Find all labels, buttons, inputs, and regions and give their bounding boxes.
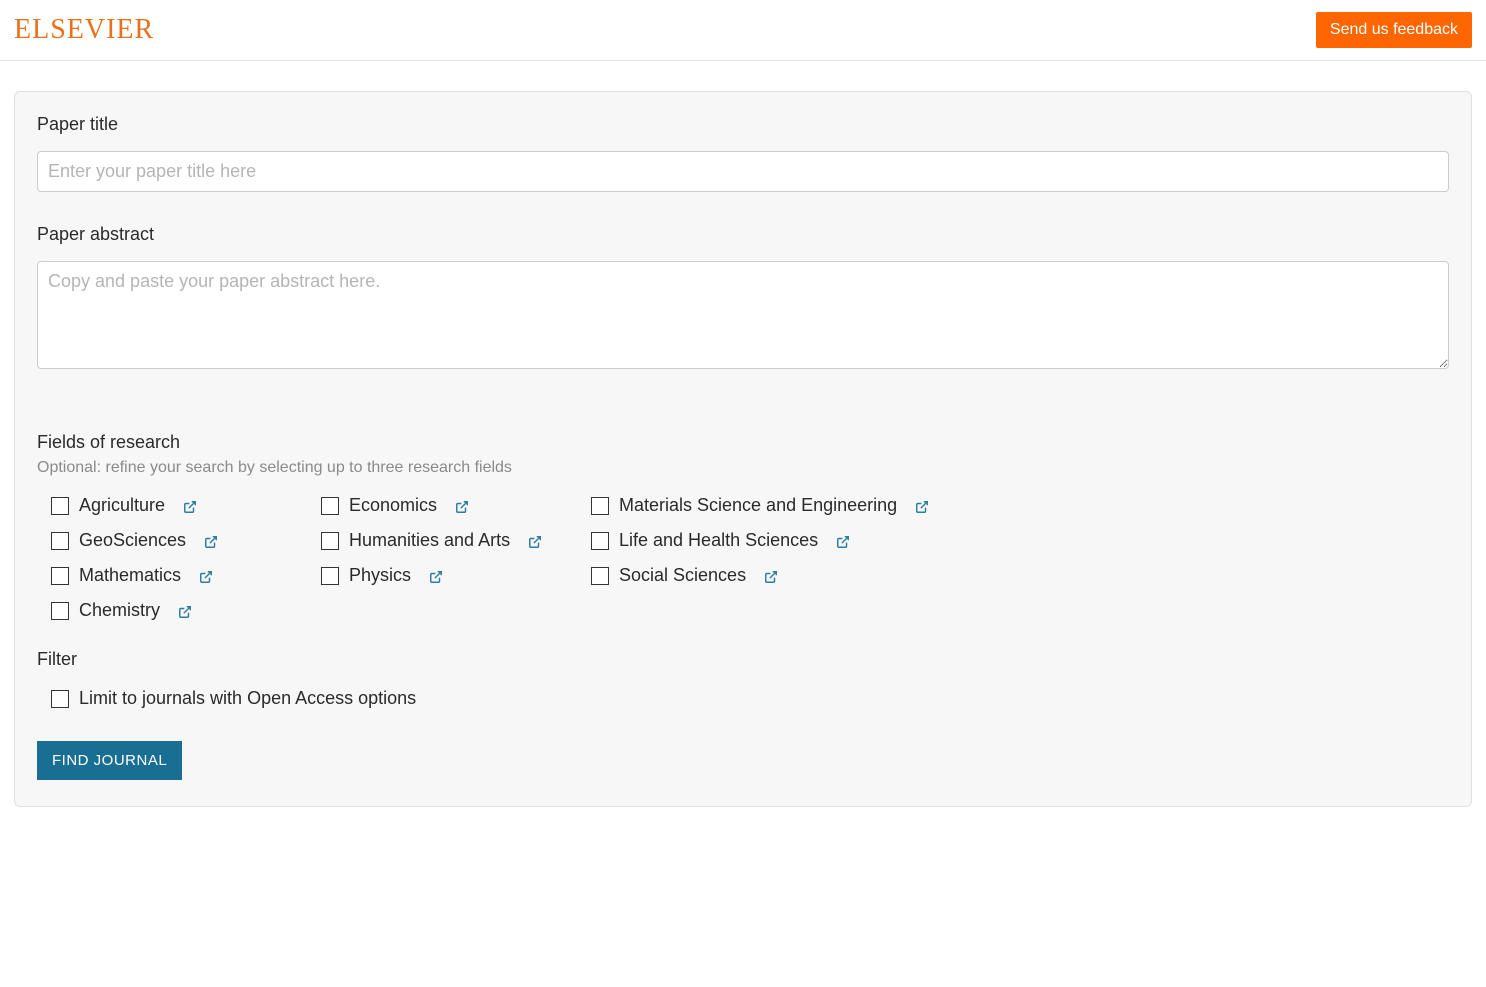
field-label-mathematics[interactable]: Mathematics [79,565,181,586]
filter-open-access-label[interactable]: Limit to journals with Open Access optio… [79,688,416,709]
field-physics: Physics [321,565,591,586]
filter-section: Filter Limit to journals with Open Acces… [37,649,1449,709]
external-link-icon[interactable] [178,605,192,619]
page-header: ELSEVIER Send us feedback [0,0,1486,61]
external-link-icon[interactable] [836,535,850,549]
external-link-icon[interactable] [764,570,778,584]
field-social-sciences: Social Sciences [591,565,1449,586]
external-link-icon[interactable] [528,535,542,549]
checkbox-life-health-sciences[interactable] [591,532,609,550]
external-link-icon[interactable] [204,535,218,549]
send-feedback-button[interactable]: Send us feedback [1316,12,1472,48]
field-label-life-health-sciences[interactable]: Life and Health Sciences [619,530,818,551]
checkbox-chemistry[interactable] [51,602,69,620]
filter-label: Filter [37,649,1449,670]
find-journal-button[interactable]: FIND JOURNAL [37,741,182,780]
field-label-chemistry[interactable]: Chemistry [79,600,160,621]
field-label-economics[interactable]: Economics [349,495,437,516]
field-label-agriculture[interactable]: Agriculture [79,495,165,516]
elsevier-logo: ELSEVIER [14,14,154,46]
field-label-physics[interactable]: Physics [349,565,411,586]
paper-abstract-textarea[interactable] [37,261,1449,369]
checkbox-open-access[interactable] [51,690,69,708]
external-link-icon[interactable] [183,500,197,514]
checkbox-humanities-arts[interactable] [321,532,339,550]
paper-title-label: Paper title [37,114,1449,135]
field-life-health-sciences: Life and Health Sciences [591,530,1449,551]
checkbox-physics[interactable] [321,567,339,585]
checkbox-mathematics[interactable] [51,567,69,585]
checkbox-materials-science[interactable] [591,497,609,515]
external-link-icon[interactable] [199,570,213,584]
checkbox-economics[interactable] [321,497,339,515]
field-agriculture: Agriculture [51,495,321,516]
field-chemistry: Chemistry [51,600,321,621]
external-link-icon[interactable] [915,500,929,514]
field-economics: Economics [321,495,591,516]
filter-open-access: Limit to journals with Open Access optio… [51,688,1449,709]
field-mathematics: Mathematics [51,565,321,586]
field-materials-science: Materials Science and Engineering [591,495,1449,516]
paper-title-input[interactable] [37,151,1449,192]
checkbox-social-sciences[interactable] [591,567,609,585]
field-label-materials-science[interactable]: Materials Science and Engineering [619,495,897,516]
field-label-geosciences[interactable]: GeoSciences [79,530,186,551]
journal-finder-form: Paper title Paper abstract Fields of res… [14,91,1472,807]
field-label-humanities-arts[interactable]: Humanities and Arts [349,530,510,551]
external-link-icon[interactable] [455,500,469,514]
checkbox-agriculture[interactable] [51,497,69,515]
fields-of-research-hint: Optional: refine your search by selectin… [37,459,1449,477]
research-fields-grid: Agriculture Economics Materials Science … [51,495,1449,621]
field-label-social-sciences[interactable]: Social Sciences [619,565,746,586]
field-geosciences: GeoSciences [51,530,321,551]
paper-abstract-label: Paper abstract [37,224,1449,245]
fields-of-research-label: Fields of research [37,432,1449,453]
field-humanities-arts: Humanities and Arts [321,530,591,551]
external-link-icon[interactable] [429,570,443,584]
checkbox-geosciences[interactable] [51,532,69,550]
